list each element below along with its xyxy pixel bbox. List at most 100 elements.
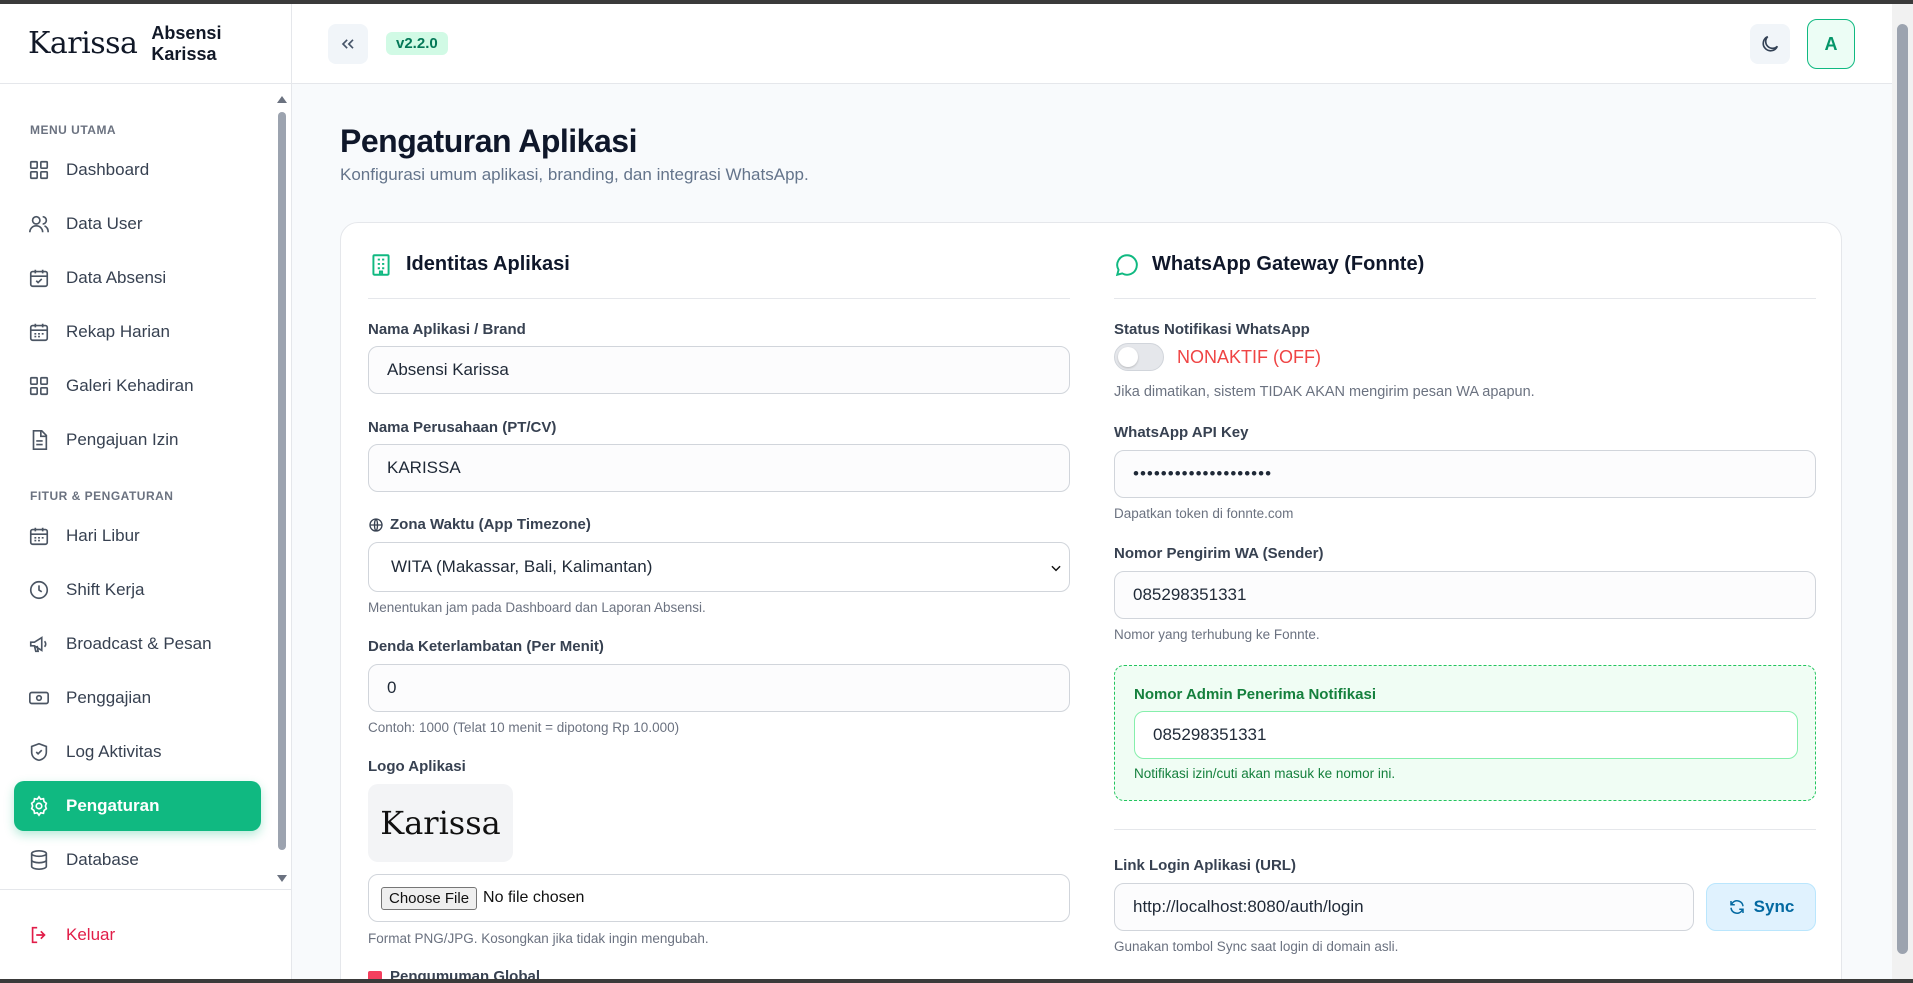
timezone-selected-value: WITA (Makassar, Bali, Kalimantan) (391, 557, 653, 576)
moon-icon (1762, 35, 1779, 52)
clock-icon (28, 579, 50, 601)
admin-label: Nomor Admin Penerima Notifikasi (1134, 686, 1376, 703)
sender-label: Nomor Pengirim WA (Sender) (1114, 545, 1324, 562)
identity-heading: Identitas Aplikasi (368, 231, 1070, 299)
sidebar-item-label: Database (66, 850, 139, 869)
logout-button[interactable]: Keluar (0, 889, 292, 979)
page-scrollbar[interactable] (1892, 4, 1913, 979)
calendar-check-icon (28, 267, 50, 289)
penalty-input[interactable]: 0 (368, 664, 1070, 712)
logo-label: Logo Aplikasi (368, 758, 466, 775)
sidebar-item-pengajuan-izin[interactable]: Pengajuan Izin (14, 415, 261, 465)
timezone-label-text: Zona Waktu (App Timezone) (390, 516, 591, 533)
logout-label: Keluar (66, 924, 116, 944)
theme-toggle-button[interactable] (1750, 24, 1790, 64)
nav-section-main: MENU UTAMA (30, 123, 117, 137)
page-scroll-thumb[interactable] (1897, 24, 1908, 954)
company-label: Nama Perusahaan (PT/CV) (368, 419, 557, 436)
grid-icon (28, 159, 50, 181)
brand-name: Absensi Karissa (151, 22, 222, 64)
announcement-label: Pengumuman Global (368, 968, 540, 979)
sidebar-item-broadcast[interactable]: Broadcast & Pesan (14, 619, 261, 669)
chart-icon (368, 970, 382, 979)
app-window: Karissa Absensi Karissa MENU UTAMA Dashb… (0, 4, 1913, 979)
sidebar-item-rekap-harian[interactable]: Rekap Harian (14, 307, 261, 357)
document-icon (28, 429, 50, 451)
logo-file-input[interactable]: Choose File No file chosen (368, 874, 1070, 922)
sidebar-item-label: Hari Libur (66, 526, 140, 545)
globe-icon (369, 517, 383, 532)
scroll-up-arrow-icon[interactable] (277, 96, 287, 103)
sidebar-item-label: Data Absensi (66, 268, 167, 287)
sidebar-item-hari-libur[interactable]: Hari Libur (14, 511, 261, 561)
api-key-input[interactable]: •••••••••••••••••••• (1114, 450, 1816, 498)
identity-heading-text: Identitas Aplikasi (406, 253, 570, 275)
logo-preview-text: Karissa (380, 804, 501, 842)
login-url-label: Link Login Aplikasi (URL) (1114, 857, 1296, 874)
sidebar-item-label: Rekap Harian (66, 322, 170, 341)
sidebar-item-label: Broadcast & Pesan (66, 634, 212, 653)
section-divider (1114, 829, 1816, 830)
users-icon (28, 213, 50, 235)
app-name-input[interactable]: Absensi Karissa (368, 346, 1070, 394)
megaphone-icon (28, 633, 50, 655)
login-url-hint: Gunakan tombol Sync saat login di domain… (1114, 939, 1399, 954)
sidebar-item-label: Penggajian (66, 688, 152, 707)
sidebar-item-galeri-kehadiran[interactable]: Galeri Kehadiran (14, 361, 261, 411)
page-title: Pengaturan Aplikasi (340, 123, 637, 159)
identity-section: Identitas Aplikasi Nama Aplikasi / Brand… (368, 223, 1070, 979)
building-icon (372, 253, 390, 276)
collapse-sidebar-button[interactable] (328, 24, 368, 64)
timezone-label: Zona Waktu (App Timezone) (368, 516, 591, 533)
whatsapp-heading: WhatsApp Gateway (Fonnte) (1114, 231, 1816, 299)
logo-preview: Karissa (368, 784, 513, 862)
nav-section-features: FITUR & PENGATURAN (30, 489, 174, 503)
sidebar-item-data-user[interactable]: Data User (14, 199, 261, 249)
wa-status-value: NONAKTIF (OFF) (1177, 346, 1321, 367)
sidebar-item-data-absensi[interactable]: Data Absensi (14, 253, 261, 303)
timezone-select[interactable]: WITA (Makassar, Bali, Kalimantan) (368, 542, 1070, 592)
sidebar-item-database[interactable]: Database (14, 835, 261, 885)
sidebar-item-label: Data User (66, 214, 143, 233)
wa-status-row: NONAKTIF (OFF) (1114, 343, 1321, 371)
sender-hint: Nomor yang terhubung ke Fonnte. (1114, 627, 1320, 642)
company-input[interactable]: KARISSA (368, 444, 1070, 492)
file-status: No file chosen (483, 889, 585, 906)
announcement-label-text: Pengumuman Global (390, 968, 541, 979)
timezone-hint: Menentukan jam pada Dashboard dan Lapora… (368, 600, 706, 615)
brand[interactable]: Karissa Absensi Karissa (0, 4, 291, 84)
brand-logo: Karissa (28, 26, 138, 61)
file-hint: Format PNG/JPG. Kosongkan jika tidak ing… (368, 931, 709, 946)
wa-status-label: Status Notifikasi WhatsApp (1114, 321, 1310, 338)
sidebar-item-penggajian[interactable]: Penggajian (14, 673, 261, 723)
avatar[interactable]: A (1807, 19, 1855, 69)
sidebar-nav: MENU UTAMA Dashboard Data User Data Abse… (0, 85, 275, 885)
sidebar-scroll-thumb[interactable] (278, 112, 286, 850)
login-url-input[interactable]: http://localhost:8080/auth/login (1114, 883, 1694, 931)
calendar-icon (28, 321, 50, 343)
sidebar-item-log-aktivitas[interactable]: Log Aktivitas (14, 727, 261, 777)
sidebar-item-dashboard[interactable]: Dashboard (14, 145, 261, 195)
wa-status-toggle[interactable] (1114, 343, 1164, 371)
sidebar-item-label: Log Aktivitas (66, 742, 162, 761)
page-subtitle: Konfigurasi umum aplikasi, branding, dan… (340, 165, 809, 184)
penalty-hint: Contoh: 1000 (Telat 10 menit = dipotong … (368, 720, 680, 735)
choose-file-button[interactable]: Choose File (381, 886, 478, 910)
admin-notify-box: Nomor Admin Penerima Notifikasi 08529835… (1114, 665, 1816, 801)
admin-hint: Notifikasi izin/cuti akan masuk ke nomor… (1134, 766, 1396, 781)
penalty-label: Denda Keterlambatan (Per Menit) (368, 638, 604, 655)
sidebar-item-label: Shift Kerja (66, 580, 145, 599)
sender-input[interactable]: 085298351331 (1114, 571, 1816, 619)
whatsapp-section: WhatsApp Gateway (Fonnte) Status Notifik… (1114, 223, 1816, 954)
sidebar-item-label: Galeri Kehadiran (66, 376, 194, 395)
sidebar-item-shift-kerja[interactable]: Shift Kerja (14, 565, 261, 615)
sync-button-label: Sync (1753, 897, 1795, 916)
sidebar-item-pengaturan[interactable]: Pengaturan (14, 781, 261, 831)
topbar: v2.2.0 A (292, 4, 1892, 84)
sidebar-item-label: Dashboard (66, 160, 150, 179)
admin-number-input[interactable]: 085298351331 (1134, 711, 1798, 759)
scroll-down-arrow-icon[interactable] (277, 875, 287, 882)
sidebar-scrollbar[interactable] (275, 94, 289, 884)
sync-button[interactable]: Sync (1706, 883, 1816, 931)
version-badge: v2.2.0 (386, 32, 448, 55)
